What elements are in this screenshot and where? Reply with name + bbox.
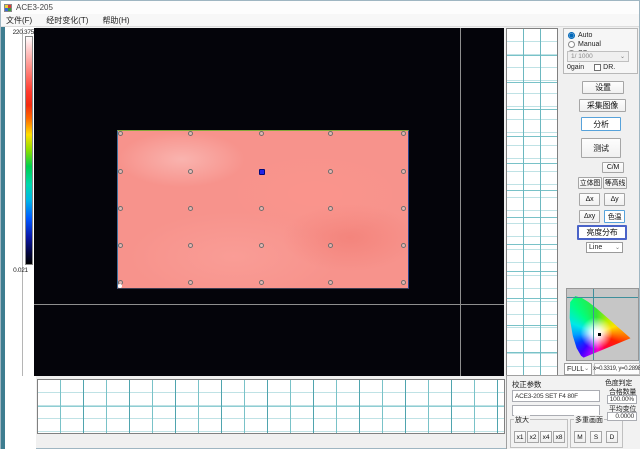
title-bar: ACE3-205 xyxy=(1,1,639,14)
measure-point[interactable] xyxy=(328,243,333,248)
luminance-colorbar xyxy=(25,36,33,265)
multiscreen-label: 多重画面 xyxy=(574,415,604,425)
measure-point[interactable] xyxy=(118,243,123,248)
colorbar-min-label: 0.021 xyxy=(5,267,36,274)
measure-point[interactable] xyxy=(401,243,406,248)
settings-button[interactable]: 设置 xyxy=(582,81,624,94)
zoom-x2-button[interactable]: x2 xyxy=(527,431,539,443)
multiscreen-d-button[interactable]: D xyxy=(606,431,618,443)
measure-point[interactable] xyxy=(328,206,333,211)
measure-point[interactable] xyxy=(401,206,406,211)
multiscreen-s-button[interactable]: S xyxy=(590,431,602,443)
stereo-view-button[interactable]: 立体图 xyxy=(578,177,602,189)
multiscreen-m-button[interactable]: M xyxy=(574,431,586,443)
measure-point[interactable] xyxy=(328,280,333,285)
radio-auto[interactable] xyxy=(568,32,575,39)
cie-diagram[interactable] xyxy=(566,288,639,361)
cie-measured-marker xyxy=(598,333,601,336)
radio-manual-label: Manual xyxy=(578,41,601,48)
color-temp-button[interactable]: 色温 xyxy=(604,210,625,223)
pass-count-value: 100.00% xyxy=(607,395,637,404)
shutter-speed-value: 1/ 1000 xyxy=(571,53,593,60)
colorbar-max-label: 220.375 xyxy=(1,29,34,36)
chevron-down-icon: ⌄ xyxy=(620,54,625,60)
capture-image-button[interactable]: 采集图像 xyxy=(579,99,626,112)
cie-range-value: FULL xyxy=(567,366,584,373)
delta-xy-button[interactable]: Δxy xyxy=(579,210,600,223)
active-measure-point[interactable] xyxy=(259,169,265,175)
menu-bar: 文件(F) 经时变化(T) 帮助(H) xyxy=(1,14,639,27)
measure-point[interactable] xyxy=(328,131,333,136)
analyze-button[interactable]: 分析 xyxy=(581,117,621,131)
measure-point[interactable] xyxy=(188,280,193,285)
white-measure-point xyxy=(118,284,122,288)
profile-horizontal-line[interactable] xyxy=(34,304,504,305)
shutter-speed-select[interactable]: 1/ 1000 ⌄ xyxy=(567,51,629,62)
measure-point[interactable] xyxy=(188,169,193,174)
measure-point[interactable] xyxy=(259,280,264,285)
luminance-dist-button[interactable]: 亮度分布 xyxy=(577,225,627,240)
colorbar-panel-divider xyxy=(22,28,23,376)
zoom-x8-button[interactable]: x8 xyxy=(553,431,565,443)
radio-auto-label: Auto xyxy=(578,32,592,39)
measure-point[interactable] xyxy=(188,206,193,211)
calibration-preset-field[interactable]: ACE3-205 SET F4 80F xyxy=(512,390,600,402)
measure-point[interactable] xyxy=(188,131,193,136)
line-mode-select[interactable]: Line ⌄ xyxy=(586,242,623,253)
radio-manual[interactable] xyxy=(568,41,575,48)
measure-point[interactable] xyxy=(401,131,406,136)
menu-help[interactable]: 帮助(H) xyxy=(102,15,129,26)
calibration-label: 校正参数 xyxy=(512,379,541,390)
cm-button[interactable]: C/M xyxy=(602,162,624,173)
viewport[interactable] xyxy=(34,28,504,376)
cie-coordinates-readout: x=0.3319, y=0.2898 xyxy=(594,363,640,375)
measure-point[interactable] xyxy=(401,280,406,285)
measure-point[interactable] xyxy=(259,131,264,136)
chevron-down-icon: ⌄ xyxy=(615,245,620,251)
zoom-x1-button[interactable]: x1 xyxy=(514,431,526,443)
cie-target-hline xyxy=(567,297,638,298)
delta-x-button[interactable]: Δx xyxy=(579,193,600,206)
radio-row-auto[interactable]: Auto xyxy=(568,31,637,39)
measure-point[interactable] xyxy=(401,169,406,174)
app-window: ACE3-205 文件(F) 经时变化(T) 帮助(H) 220.375 0.0… xyxy=(0,0,640,449)
app-icon xyxy=(4,4,12,12)
avg-shift-value: 0.0000 xyxy=(607,412,637,421)
cie-target-vline xyxy=(593,289,594,360)
contour-button[interactable]: 等高线 xyxy=(603,177,627,189)
cie-range-select[interactable]: FULL ⌄ xyxy=(564,363,592,375)
cie-horseshoe xyxy=(569,291,636,358)
gain-row: 0gain DR. xyxy=(567,63,635,72)
magnify-label: 放大 xyxy=(514,415,530,425)
measure-point[interactable] xyxy=(188,243,193,248)
measure-point[interactable] xyxy=(118,131,123,136)
window-title: ACE3-205 xyxy=(16,3,53,12)
measure-point[interactable] xyxy=(328,169,333,174)
measure-point[interactable] xyxy=(259,206,264,211)
measure-point[interactable] xyxy=(118,206,123,211)
vertical-profile-grid xyxy=(506,28,558,376)
gain-label: 0gain xyxy=(567,64,584,71)
dr-checkbox[interactable] xyxy=(594,64,601,71)
chevron-down-icon: ⌄ xyxy=(584,366,589,372)
profile-vertical-line[interactable] xyxy=(460,28,461,376)
menu-file[interactable]: 文件(F) xyxy=(6,15,32,26)
measure-point[interactable] xyxy=(118,169,123,174)
line-mode-value: Line xyxy=(589,244,602,251)
measure-point[interactable] xyxy=(259,243,264,248)
horizontal-profile-grid xyxy=(37,379,505,434)
dr-label: DR. xyxy=(603,64,615,71)
delta-y-button[interactable]: Δy xyxy=(604,193,625,206)
zoom-x4-button[interactable]: x4 xyxy=(540,431,552,443)
radio-row-manual[interactable]: Manual xyxy=(568,40,637,48)
menu-time-change[interactable]: 经时变化(T) xyxy=(46,15,88,26)
test-button[interactable]: 测试 xyxy=(581,138,621,158)
